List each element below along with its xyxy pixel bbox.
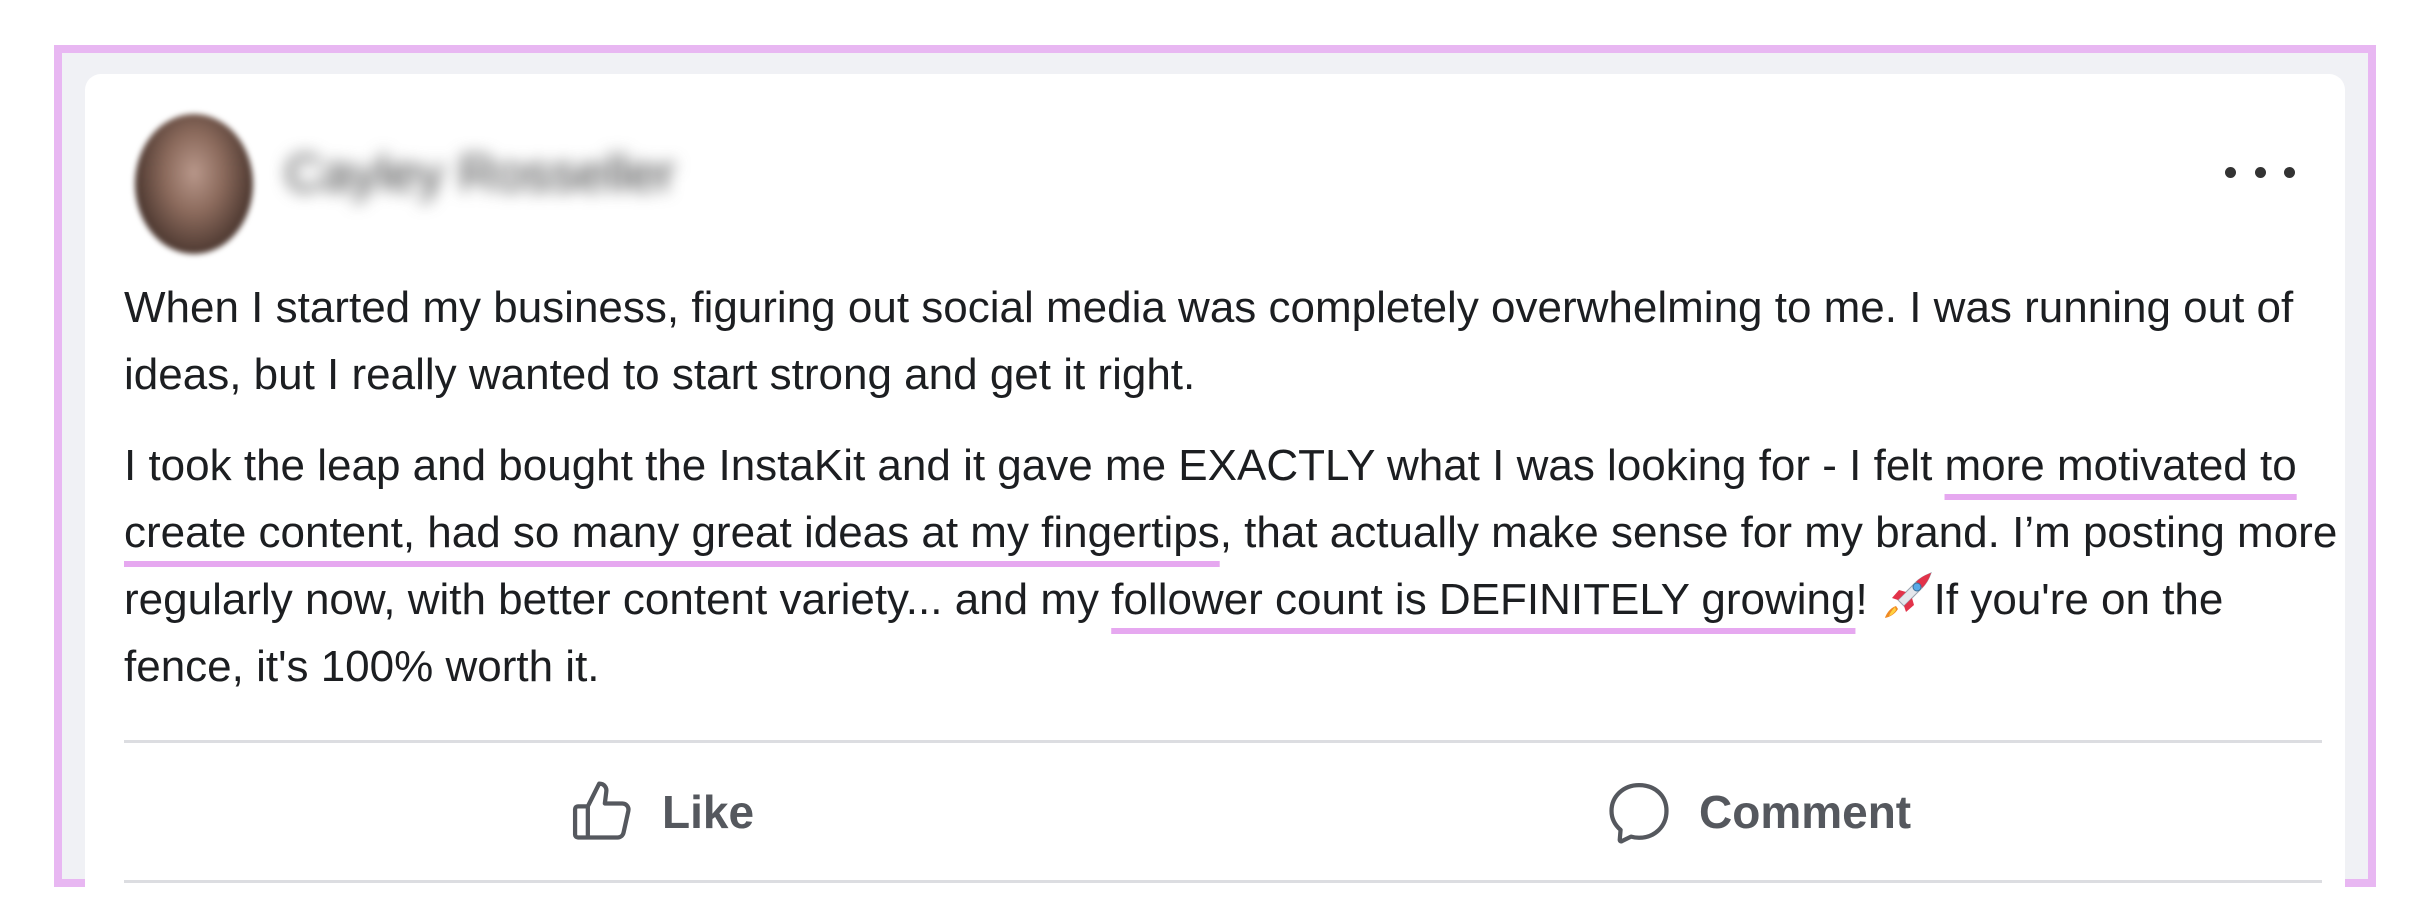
- actions-divider-bottom: [124, 880, 2322, 883]
- more-dot: [2254, 166, 2266, 178]
- more-horizontal-icon: [2225, 166, 2236, 178]
- comment-button[interactable]: Comment: [1605, 774, 1911, 850]
- author-name[interactable]: Cayley Rosseller: [285, 144, 675, 204]
- more-options-button[interactable]: [2225, 154, 2295, 190]
- rocket-emoji-icon: [1884, 572, 1932, 618]
- like-button[interactable]: Like: [568, 774, 754, 850]
- post-paragraph-1: When I started my business, figuring out…: [124, 283, 2294, 399]
- post-paragraph-2: I took the leap and bought the InstaKit …: [124, 432, 2354, 700]
- post-text: When I started my business, figuring out…: [124, 274, 2354, 724]
- post-text-segment: I took the leap and bought the InstaKit …: [124, 441, 1945, 490]
- post-text-segment: !: [1855, 575, 1868, 624]
- comment-label: Comment: [1699, 786, 1912, 838]
- comment-bubble-icon: [1609, 782, 1669, 844]
- more-dot: [2284, 166, 2295, 178]
- actions-divider-top: [124, 740, 2322, 743]
- post-card: Cayley Rosseller When I started my busin…: [85, 74, 2345, 910]
- highlighted-phrase-2: follower count is DEFINITELY growing: [1111, 575, 1856, 624]
- author-avatar[interactable]: [135, 114, 253, 254]
- highlight-frame: Cayley Rosseller When I started my busin…: [54, 45, 2376, 910]
- like-label: Like: [662, 786, 755, 838]
- thumbs-up-icon: [572, 781, 631, 840]
